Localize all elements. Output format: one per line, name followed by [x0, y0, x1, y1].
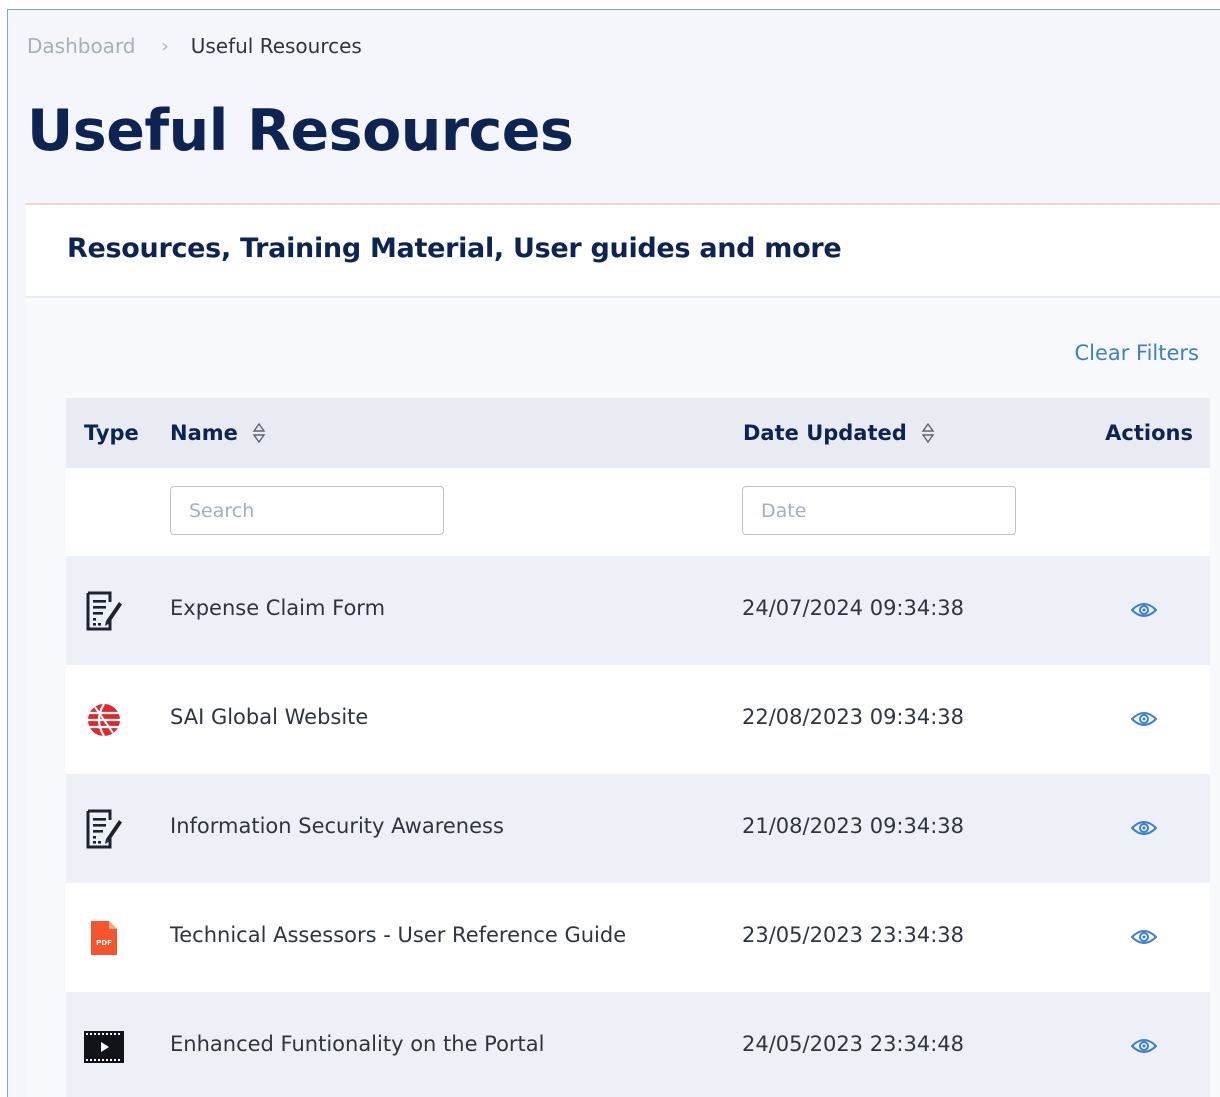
column-header-date[interactable]: Date Updated [743, 421, 935, 445]
resources-card: Resources, Training Material, User guide… [26, 203, 1220, 1097]
name-search-input[interactable] [170, 486, 444, 535]
page-title: Useful Resources [27, 98, 574, 164]
resource-date: 24/05/2023 23:34:48 [742, 1032, 965, 1056]
video-film-icon [82, 1025, 126, 1069]
resource-name[interactable]: Technical Assessors - User Reference Gui… [170, 923, 626, 947]
resource-name[interactable]: Enhanced Funtionality on the Portal [170, 1032, 545, 1056]
breadcrumb-current: Useful Resources [190, 34, 362, 58]
pdf-file-icon: PDF [82, 916, 126, 960]
eye-icon[interactable] [1130, 927, 1158, 952]
column-header-name-label: Name [170, 421, 238, 445]
column-header-name[interactable]: Name [170, 421, 266, 445]
card-body: Clear Filters Type Name Date Updated Act… [26, 298, 1220, 1097]
breadcrumb-separator: › [161, 35, 169, 57]
resource-date: 22/08/2023 09:34:38 [742, 705, 965, 729]
table-body: Expense Claim Form 24/07/2024 09:34:38 S… [66, 556, 1210, 1097]
resource-name[interactable]: Information Security Awareness [170, 814, 504, 838]
column-header-date-label: Date Updated [743, 421, 907, 445]
document-edit-icon [82, 589, 126, 633]
document-edit-icon [82, 807, 126, 851]
eye-icon[interactable] [1130, 1036, 1158, 1061]
breadcrumb-dashboard-link[interactable]: Dashboard [27, 34, 136, 58]
breadcrumb: Dashboard › Useful Resources [27, 34, 362, 58]
table-row[interactable]: Expense Claim Form 24/07/2024 09:34:38 [66, 556, 1210, 665]
resource-date: 24/07/2024 09:34:38 [742, 596, 965, 620]
svg-text:PDF: PDF [96, 939, 112, 947]
table-header: Type Name Date Updated Actions [66, 398, 1210, 468]
table-row[interactable]: Information Security Awareness 21/08/202… [66, 774, 1210, 883]
date-filter-input[interactable] [742, 486, 1016, 535]
eye-icon[interactable] [1130, 709, 1158, 734]
resource-name[interactable]: Expense Claim Form [170, 596, 385, 620]
card-title: Resources, Training Material, User guide… [67, 233, 842, 264]
page-frame: Dashboard › Useful Resources Useful Reso… [7, 9, 1220, 1097]
resource-date: 21/08/2023 09:34:38 [742, 814, 965, 838]
resource-name[interactable]: SAI Global Website [170, 705, 368, 729]
clear-filters-link[interactable]: Clear Filters [1074, 341, 1199, 365]
sort-icon[interactable] [252, 422, 266, 444]
table-row[interactable]: SAI Global Website 22/08/2023 09:34:38 [66, 665, 1210, 774]
card-header: Resources, Training Material, User guide… [26, 205, 1220, 298]
column-header-actions: Actions [1105, 421, 1193, 445]
filter-row [66, 468, 1210, 556]
table-row[interactable]: PDF Technical Assessors - User Reference… [66, 883, 1210, 992]
column-header-type: Type [84, 421, 139, 445]
table-row[interactable]: Enhanced Funtionality on the Portal 24/0… [66, 992, 1210, 1097]
resource-date: 23/05/2023 23:34:38 [742, 923, 965, 947]
eye-icon[interactable] [1130, 818, 1158, 843]
column-header-type-label: Type [84, 421, 139, 445]
eye-icon[interactable] [1130, 600, 1158, 625]
globe-website-icon [82, 698, 126, 742]
sort-icon[interactable] [921, 422, 935, 444]
column-header-actions-label: Actions [1105, 421, 1193, 445]
